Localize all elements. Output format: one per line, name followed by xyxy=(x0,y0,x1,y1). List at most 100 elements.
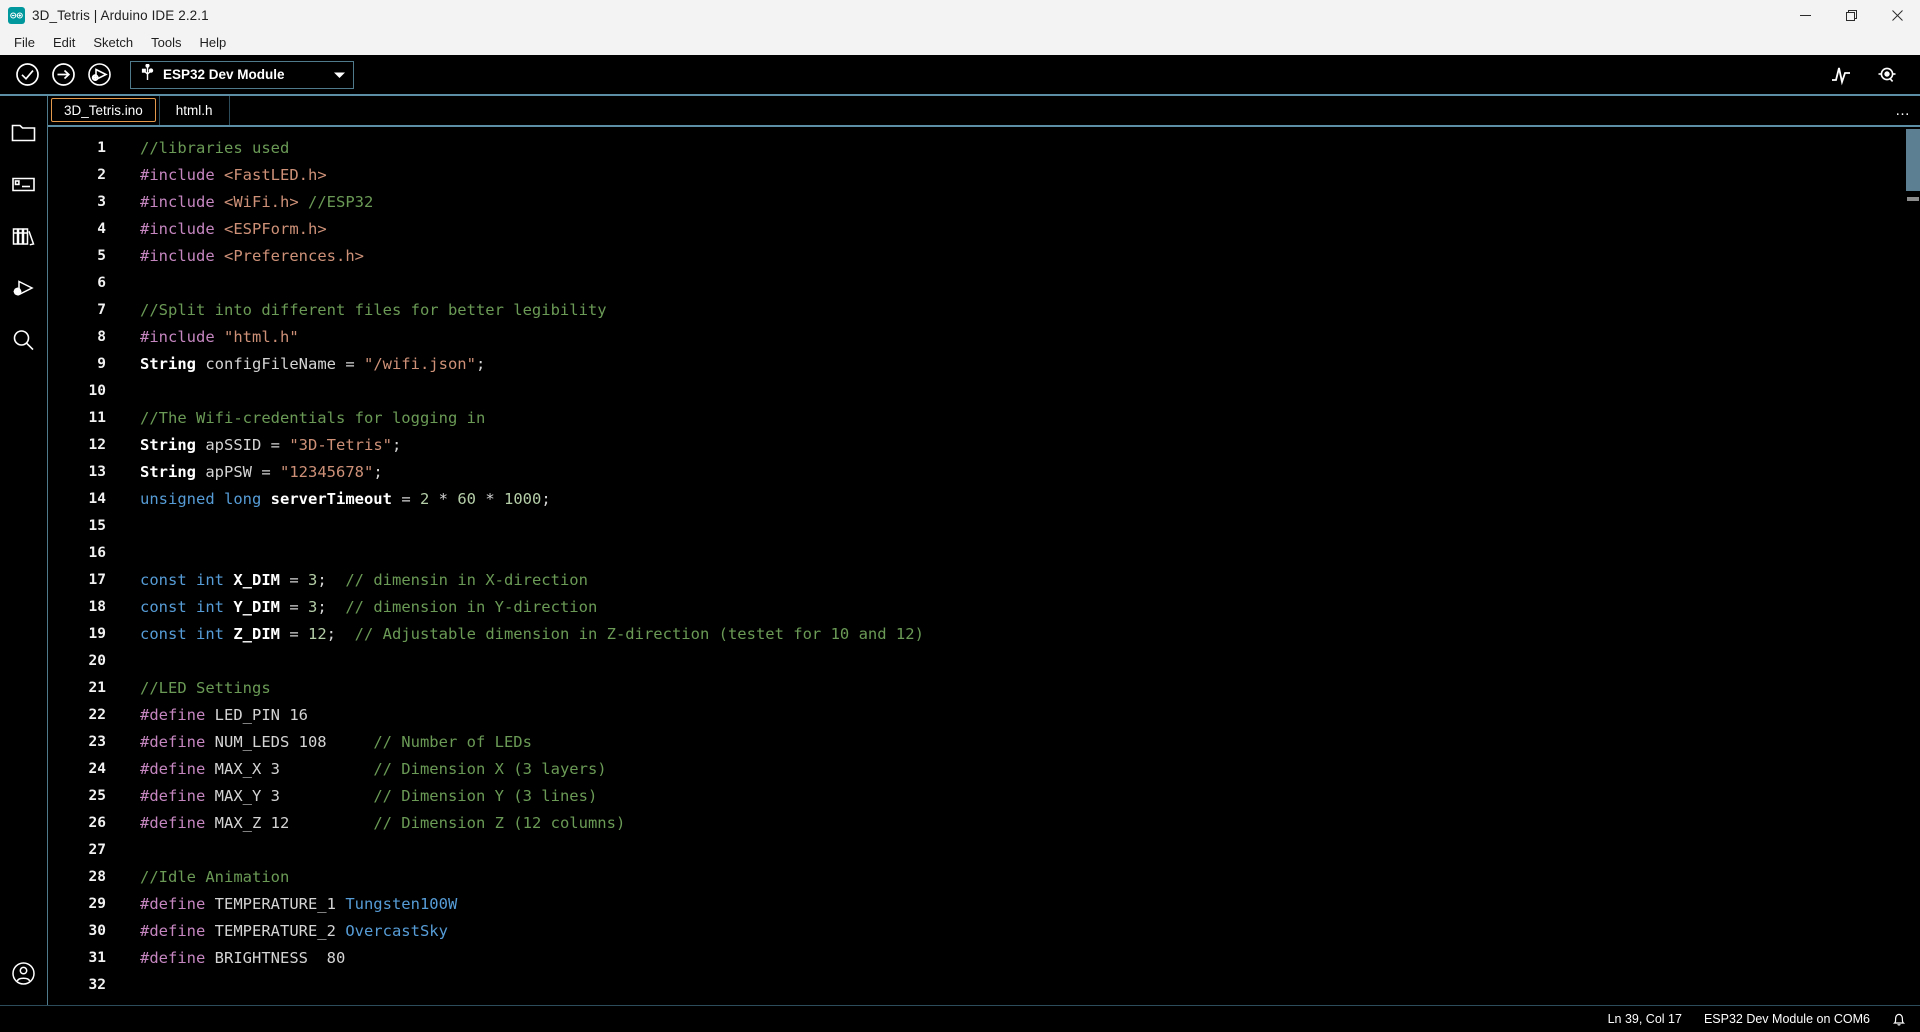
code-line[interactable]: 2 #include <FastLED.h> xyxy=(48,162,1906,189)
line-content[interactable]: //Idle Animation xyxy=(122,864,289,891)
line-content[interactable]: // How many seconds to show each tempera… xyxy=(122,999,709,1005)
tab-overflow-menu[interactable]: … xyxy=(1886,96,1920,125)
code-line[interactable]: 17 const int X_DIM = 3; // dimensin in X-… xyxy=(48,567,1906,594)
line-content[interactable]: #include <ESPForm.h> xyxy=(122,216,327,243)
code-line[interactable]: 20 xyxy=(48,648,1906,675)
menu-edit[interactable]: Edit xyxy=(44,32,84,54)
restore-button[interactable] xyxy=(1828,0,1874,30)
code-line[interactable]: 9 String configFileName = "/wifi.json"; xyxy=(48,351,1906,378)
verify-button[interactable] xyxy=(10,58,44,92)
code-line[interactable]: 19 const int Z_DIM = 12; // Adjustable di… xyxy=(48,621,1906,648)
code-line[interactable]: 30 #define TEMPERATURE_2 OvercastSky xyxy=(48,918,1906,945)
code-line[interactable]: 33 // How many seconds to show each tempe… xyxy=(48,999,1906,1005)
sidebar-item-search[interactable] xyxy=(0,316,48,368)
sidebar-item-library-manager[interactable] xyxy=(0,212,48,264)
line-content[interactable]: String configFileName = "/wifi.json"; xyxy=(122,351,485,378)
line-content[interactable]: String apPSW = "12345678"; xyxy=(122,459,383,486)
scrollbar-thumb[interactable] xyxy=(1906,129,1920,191)
line-number: 2 xyxy=(97,167,106,183)
minimize-button[interactable] xyxy=(1782,0,1828,30)
code-line[interactable]: 24 #define MAX_X 3 // Dimension X (3 laye… xyxy=(48,756,1906,783)
code-line[interactable]: 12 String apSSID = "3D-Tetris"; xyxy=(48,432,1906,459)
line-content[interactable]: #include <FastLED.h> xyxy=(122,162,327,189)
code-line[interactable]: 18 const int Y_DIM = 3; // dimension in Y… xyxy=(48,594,1906,621)
token-op: = xyxy=(401,490,420,508)
line-content[interactable]: #define LED_PIN 16 xyxy=(122,702,308,729)
debug-button[interactable] xyxy=(82,58,116,92)
tab-html-h[interactable]: html.h xyxy=(160,96,230,125)
menu-file[interactable]: File xyxy=(5,32,44,54)
sidebar-item-boards-manager[interactable] xyxy=(0,160,48,212)
code-line[interactable]: 23 #define NUM_LEDS 108 // Number of LEDs xyxy=(48,729,1906,756)
line-content[interactable]: //LED Settings xyxy=(122,675,271,702)
line-content[interactable]: //The Wifi-credentials for logging in xyxy=(122,405,485,432)
code-line[interactable]: 21 //LED Settings xyxy=(48,675,1906,702)
board-status[interactable]: ESP32 Dev Module on COM6 xyxy=(1704,1012,1870,1026)
bell-icon[interactable] xyxy=(1892,1012,1906,1027)
code-line[interactable]: 8 #include "html.h" xyxy=(48,324,1906,351)
code-editor[interactable]: 1 //libraries used 2 #include <FastLED.h> 3 #… xyxy=(48,127,1920,1005)
sidebar-item-debug[interactable] xyxy=(0,264,48,316)
sidebar-item-sketchbook[interactable] xyxy=(0,108,48,160)
line-content[interactable]: #define TEMPERATURE_1 Tungsten100W xyxy=(122,891,457,918)
line-content[interactable]: const int Y_DIM = 3; // dimension in Y-d… xyxy=(122,594,597,621)
code-line[interactable]: 32 xyxy=(48,972,1906,999)
code-line[interactable]: 6 xyxy=(48,270,1906,297)
line-content[interactable]: String apSSID = "3D-Tetris"; xyxy=(122,432,401,459)
line-content[interactable] xyxy=(122,270,140,297)
code-line[interactable]: 3 #include <WiFi.h> //ESP32 xyxy=(48,189,1906,216)
code-line[interactable]: 14 unsigned long serverTimeout = 2 * 60 *… xyxy=(48,486,1906,513)
line-content[interactable]: const int Z_DIM = 12; // Adjustable dime… xyxy=(122,621,924,648)
account-button[interactable] xyxy=(0,947,48,1005)
code-line[interactable]: 16 xyxy=(48,540,1906,567)
line-content[interactable]: #define NUM_LEDS 108 // Number of LEDs xyxy=(122,729,532,756)
code-line[interactable]: 7 //Split into different files for better… xyxy=(48,297,1906,324)
token-id: MAX_X 3 xyxy=(205,760,374,778)
code-line[interactable]: 13 String apPSW = "12345678"; xyxy=(48,459,1906,486)
menu-tools[interactable]: Tools xyxy=(142,32,190,54)
code-line[interactable]: 28 //Idle Animation xyxy=(48,864,1906,891)
line-content[interactable]: #define TEMPERATURE_2 OvercastSky xyxy=(122,918,448,945)
menu-help[interactable]: Help xyxy=(190,32,235,54)
line-content[interactable] xyxy=(122,513,140,540)
tab-3d-tetris-ino[interactable]: 3D_Tetris.ino xyxy=(48,96,160,125)
code-line[interactable]: 5 #include <Preferences.h> xyxy=(48,243,1906,270)
code-line[interactable]: 27 xyxy=(48,837,1906,864)
code-line[interactable]: 1 //libraries used xyxy=(48,135,1906,162)
line-content[interactable] xyxy=(122,972,140,999)
code-line[interactable]: 22 #define LED_PIN 16 xyxy=(48,702,1906,729)
code-line[interactable]: 10 xyxy=(48,378,1906,405)
line-content[interactable]: //Split into different files for better … xyxy=(122,297,607,324)
code-lines[interactable]: 1 //libraries used 2 #include <FastLED.h> 3 #… xyxy=(48,127,1906,1005)
code-line[interactable]: 11 //The Wifi-credentials for logging in xyxy=(48,405,1906,432)
code-line[interactable]: 25 #define MAX_Y 3 // Dimension Y (3 line… xyxy=(48,783,1906,810)
line-content[interactable]: #define MAX_Y 3 // Dimension Y (3 lines) xyxy=(122,783,597,810)
line-content[interactable]: #include <Preferences.h> xyxy=(122,243,364,270)
line-number: 26 xyxy=(88,815,106,831)
line-content[interactable] xyxy=(122,837,140,864)
serial-monitor-button[interactable] xyxy=(1870,58,1904,92)
line-content[interactable] xyxy=(122,648,140,675)
menu-sketch[interactable]: Sketch xyxy=(84,32,142,54)
upload-button[interactable] xyxy=(46,58,80,92)
code-line[interactable]: 31 #define BRIGHTNESS 80 xyxy=(48,945,1906,972)
code-line[interactable]: 4 #include <ESPForm.h> xyxy=(48,216,1906,243)
code-line[interactable]: 26 #define MAX_Z 12 // Dimension Z (12 co… xyxy=(48,810,1906,837)
line-content[interactable] xyxy=(122,540,140,567)
editor-vertical-scrollbar[interactable] xyxy=(1906,127,1920,1005)
line-content[interactable]: unsigned long serverTimeout = 2 * 60 * 1… xyxy=(122,486,551,513)
code-line[interactable]: 15 xyxy=(48,513,1906,540)
line-content[interactable]: const int X_DIM = 3; // dimensin in X-di… xyxy=(122,567,588,594)
line-content[interactable] xyxy=(122,378,140,405)
line-content[interactable]: #include "html.h" xyxy=(122,324,299,351)
close-button[interactable] xyxy=(1874,0,1920,30)
code-line[interactable]: 29 #define TEMPERATURE_1 Tungsten100W xyxy=(48,891,1906,918)
token-pre: #define xyxy=(140,814,206,832)
line-content[interactable]: #define MAX_X 3 // Dimension X (3 layers… xyxy=(122,756,607,783)
line-content[interactable]: #define BRIGHTNESS 80 xyxy=(122,945,345,972)
board-selector[interactable]: ESP32 Dev Module xyxy=(130,60,354,89)
line-content[interactable]: #include <WiFi.h> //ESP32 xyxy=(122,189,373,216)
line-content[interactable]: #define MAX_Z 12 // Dimension Z (12 colu… xyxy=(122,810,625,837)
line-content[interactable]: //libraries used xyxy=(122,135,289,162)
serial-plotter-button[interactable] xyxy=(1824,58,1858,92)
